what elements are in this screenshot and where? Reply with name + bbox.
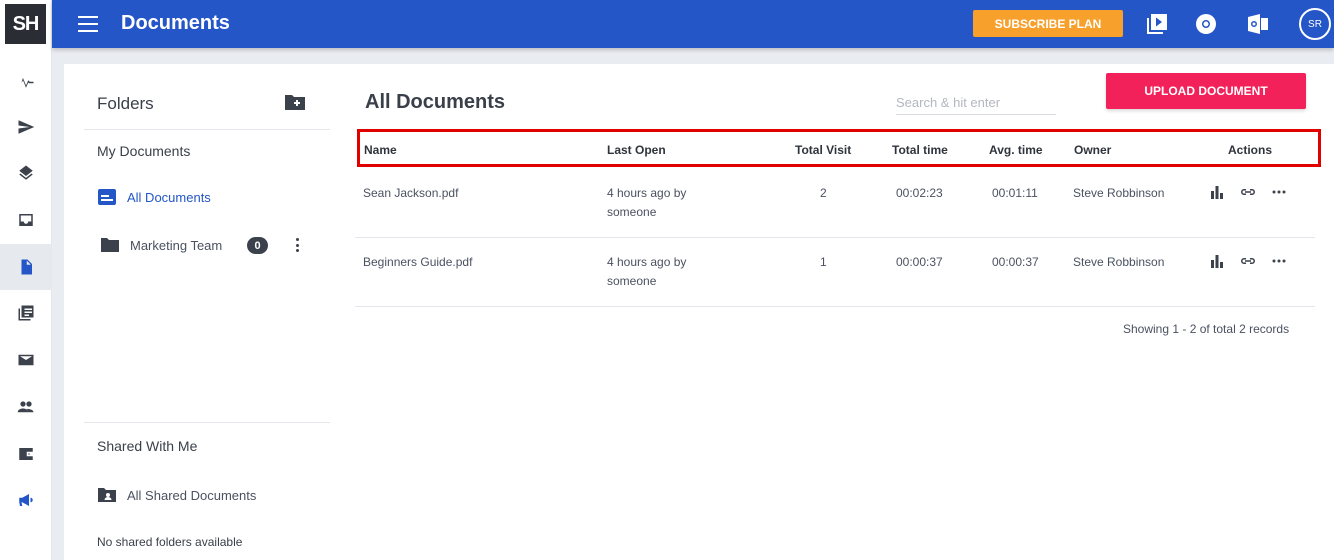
analytics-icon[interactable] <box>1209 253 1225 269</box>
row-divider <box>355 237 1315 238</box>
pagination-summary: Showing 1 - 2 of total 2 records <box>1123 322 1290 336</box>
folder-label: Marketing Team <box>130 237 223 253</box>
folder-more-icon[interactable] <box>294 238 300 252</box>
shared-with-me-heading: Shared With Me <box>97 438 198 454</box>
owner: Steve Robbinson <box>1073 255 1165 269</box>
megaphone-icon[interactable] <box>0 477 52 523</box>
analytics-icon[interactable] <box>1209 184 1225 200</box>
video-icon[interactable] <box>1145 12 1169 36</box>
folder-item-marketing-team[interactable]: Marketing Team <box>100 236 222 254</box>
folders-title: Folders <box>97 94 154 113</box>
column-header-actions: Actions <box>1228 143 1273 157</box>
divider <box>84 129 330 130</box>
inbox-icon[interactable] <box>0 197 52 243</box>
link-icon[interactable] <box>1240 184 1256 200</box>
column-header-avg-time[interactable]: Avg. time <box>989 143 1043 157</box>
total-time: 00:02:23 <box>896 186 943 200</box>
column-header-last-open[interactable]: Last Open <box>607 143 666 157</box>
last-open-text: someone <box>607 205 657 219</box>
all-shared-label: All Shared Documents <box>127 487 257 503</box>
last-open-text: 4 hours ago by <box>607 186 687 200</box>
total-time: 00:00:37 <box>896 255 943 269</box>
link-icon[interactable] <box>1240 253 1256 269</box>
more-options-icon[interactable] <box>1271 253 1287 269</box>
outlook-icon[interactable] <box>1246 12 1270 36</box>
upload-document-button[interactable]: UPLOAD DOCUMENT <box>1106 73 1306 109</box>
all-documents-link[interactable]: All Documents <box>97 188 211 206</box>
content-card: Folders My Documents All Documents Marke… <box>64 64 1334 560</box>
column-header-owner[interactable]: Owner <box>1074 143 1111 157</box>
subscribe-plan-button[interactable]: SUBSCRIBE PLAN <box>973 10 1123 37</box>
folder-count-badge: 0 <box>247 237 268 254</box>
app-title: Documents <box>121 12 230 34</box>
total-visit: 2 <box>820 186 827 200</box>
column-header-name[interactable]: Name <box>364 143 397 157</box>
row-divider <box>355 306 1315 307</box>
send-icon[interactable] <box>0 104 52 150</box>
shared-folder-icon <box>98 488 116 502</box>
left-rail: SH <box>0 0 52 560</box>
activity-icon[interactable] <box>0 58 52 104</box>
more-options-icon[interactable] <box>1271 184 1287 200</box>
document-icon[interactable] <box>0 244 52 290</box>
folder-icon <box>101 238 119 252</box>
column-header-total-time[interactable]: Total time <box>892 143 948 157</box>
library-icon[interactable] <box>0 290 52 336</box>
all-shared-documents-link[interactable]: All Shared Documents <box>97 486 256 504</box>
people-icon[interactable] <box>0 384 52 430</box>
menu-icon[interactable] <box>78 16 98 32</box>
layers-icon[interactable] <box>0 150 52 196</box>
last-open-text: 4 hours ago by <box>607 255 687 269</box>
search-input[interactable] <box>896 91 1056 115</box>
app-logo[interactable]: SH <box>5 4 46 44</box>
mail-icon[interactable] <box>0 337 52 383</box>
add-folder-icon[interactable] <box>284 93 306 111</box>
no-shared-folders-text: No shared folders available <box>97 535 243 549</box>
my-documents-heading: My Documents <box>97 143 191 159</box>
avg-time: 00:01:11 <box>992 186 1038 200</box>
document-name[interactable]: Sean Jackson.pdf <box>363 184 458 203</box>
divider <box>84 422 330 423</box>
document-list-icon <box>98 189 116 205</box>
avg-time: 00:00:37 <box>992 255 1039 269</box>
all-documents-label: All Documents <box>127 189 211 205</box>
chrome-icon[interactable] <box>1194 12 1218 36</box>
avatar[interactable]: SR <box>1299 8 1331 40</box>
document-name[interactable]: Beginners Guide.pdf <box>363 253 472 272</box>
last-open-text: someone <box>607 274 657 288</box>
total-visit: 1 <box>820 255 827 269</box>
table-header: Name Last Open Total Visit Total time Av… <box>357 129 1321 167</box>
page-title: All Documents <box>365 91 506 113</box>
column-header-total-visit[interactable]: Total Visit <box>795 143 851 157</box>
owner: Steve Robbinson <box>1073 186 1165 200</box>
wallet-icon[interactable] <box>0 431 52 477</box>
top-bar: Documents SUBSCRIBE PLAN SR <box>52 0 1334 48</box>
